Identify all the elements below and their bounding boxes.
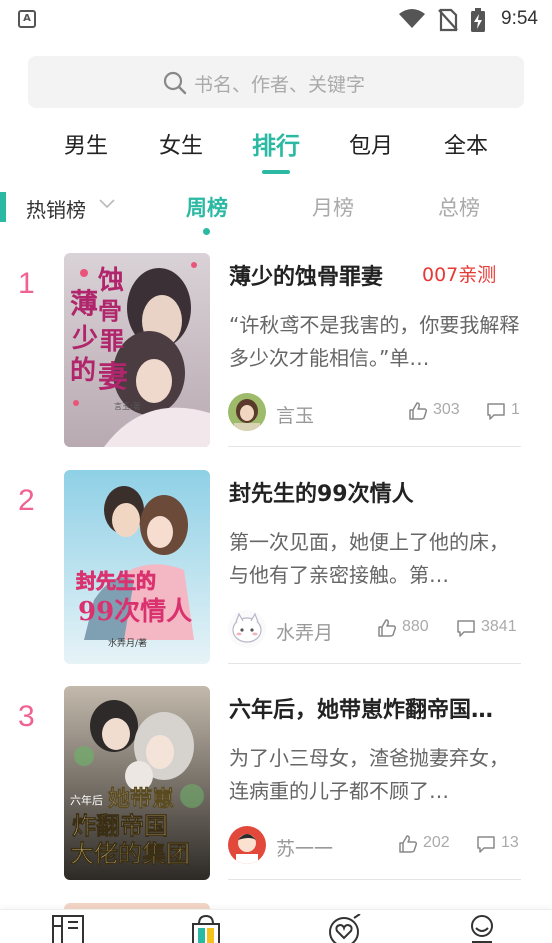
- author-avatar: [228, 393, 266, 431]
- svg-text:少: 少: [71, 324, 98, 354]
- ranking-type-dropdown[interactable]: 热销榜: [26, 194, 115, 223]
- rank-number: 3: [18, 700, 35, 733]
- wifi-icon: [399, 9, 425, 28]
- book-description: “许秋鸢不是我害的，你要我解释多少次才能相信。”单…: [229, 313, 520, 370]
- clock: 9:54: [501, 8, 538, 29]
- nav-discover[interactable]: [326, 913, 366, 943]
- battery-charging-icon: [471, 8, 485, 32]
- author-name: 苏一一: [276, 838, 334, 860]
- divider: [228, 663, 521, 664]
- nav-bookshelf[interactable]: [50, 914, 90, 943]
- thumbs-up-icon[interactable]: [408, 401, 428, 421]
- svg-text:的: 的: [70, 355, 96, 386]
- book-cover[interactable]: 六年后 她带崽 炸翻帝国 大佬的集团: [64, 686, 210, 880]
- author-name: 言玉: [276, 405, 315, 427]
- svg-text:言玉/著: 言玉/著: [114, 401, 141, 411]
- tab-ranking[interactable]: 排行: [252, 126, 300, 161]
- bottom-navigation: [0, 909, 552, 943]
- tab-monthly[interactable]: 月榜: [312, 192, 354, 222]
- comment-count: 1: [511, 401, 520, 418]
- svg-text:蚀: 蚀: [97, 266, 124, 296]
- svg-text:大佬的集团: 大佬的集团: [70, 839, 190, 868]
- status-bar: A 9:54: [0, 0, 552, 38]
- comment-icon[interactable]: [486, 401, 506, 421]
- book-title[interactable]: 六年后，她带崽炸翻帝国…: [229, 692, 525, 724]
- thumbs-up-icon[interactable]: [398, 834, 418, 854]
- active-tab-indicator: [262, 170, 290, 174]
- author-name: 水弄月: [276, 622, 334, 644]
- tab-complete[interactable]: 全本: [444, 128, 488, 160]
- svg-text:99次情人: 99次情人: [78, 597, 192, 627]
- app-notification-icon: A: [18, 10, 36, 28]
- like-count: 880: [402, 618, 429, 635]
- ranking-type-label: 热销榜: [26, 198, 86, 222]
- svg-text:妻: 妻: [98, 360, 128, 395]
- nav-bookstore[interactable]: [188, 914, 228, 943]
- svg-text:六年后: 六年后: [70, 793, 103, 807]
- svg-text:封先生的: 封先生的: [76, 569, 156, 593]
- search-placeholder: 书名、作者、关键字: [194, 74, 366, 96]
- tested-badge: 007亲测: [422, 264, 497, 286]
- like-count: 202: [423, 834, 450, 851]
- tab-weekly[interactable]: 周榜: [186, 192, 228, 222]
- divider: [228, 879, 521, 880]
- svg-text:罪: 罪: [100, 326, 124, 355]
- svg-text:炸翻帝国: 炸翻帝国: [72, 811, 168, 840]
- tab-all-time[interactable]: 总榜: [438, 192, 480, 222]
- search-bar[interactable]: 书名、作者、关键字: [28, 56, 524, 108]
- no-sim-icon: [438, 8, 458, 32]
- divider: [228, 446, 521, 447]
- svg-text:她带崽: 她带崽: [108, 786, 174, 812]
- section-accent-bar: [0, 192, 6, 222]
- chevron-down-icon: [99, 199, 115, 209]
- profile-icon: [471, 915, 493, 943]
- rank-number: 2: [18, 484, 35, 517]
- bookstore-icon: [192, 914, 220, 943]
- rank-number: 1: [18, 267, 35, 300]
- comment-icon[interactable]: [456, 618, 476, 638]
- svg-text:水弄月/著: 水弄月/著: [108, 637, 147, 649]
- book-cover[interactable]: 蚀 薄 骨 少 罪 的 妻 言玉/著: [64, 253, 210, 447]
- tab-monthly-subscription[interactable]: 包月: [349, 128, 393, 160]
- svg-text:薄: 薄: [70, 287, 98, 320]
- nav-profile[interactable]: [464, 914, 504, 943]
- bookshelf-icon: [52, 915, 84, 943]
- book-description: 第一次见面，她便上了他的床，与他有了亲密接触。第…: [229, 530, 509, 587]
- ranking-period-tabs: 热销榜 周榜 月榜 总榜: [0, 188, 552, 238]
- book-description: 为了小三母女，渣爸抛妻弃女，连病重的儿子都不顾了…: [229, 746, 509, 803]
- tab-male[interactable]: 男生: [64, 128, 108, 160]
- like-count: 303: [433, 401, 460, 418]
- author-avatar: [228, 610, 266, 648]
- book-cover[interactable]: 封先生的 99次情人 水弄月/著: [64, 470, 210, 664]
- search-icon: [163, 71, 187, 95]
- comment-count: 3841: [481, 618, 517, 635]
- active-subtab-dot: [203, 228, 210, 235]
- tab-female[interactable]: 女生: [159, 128, 203, 160]
- discover-icon: [329, 913, 361, 943]
- book-list-item[interactable]: 3 六年后 她带崽 炸翻帝国 大佬的集团 六年后，她带崽炸翻帝国… 为了小三母女…: [0, 686, 552, 902]
- comment-count: 13: [501, 834, 519, 851]
- comment-icon[interactable]: [476, 834, 496, 854]
- author-avatar: [228, 826, 266, 864]
- thumbs-up-icon[interactable]: [377, 618, 397, 638]
- book-list-item[interactable]: 2 封先生的 99次情人 水弄月/著 封先生的99次情人 第一次见面，她便上了他…: [0, 470, 552, 686]
- svg-text:骨: 骨: [98, 296, 122, 325]
- category-tabs: 男生 女生 排行 包月 全本: [0, 128, 552, 176]
- book-title[interactable]: 封先生的99次情人: [229, 476, 525, 508]
- book-list-item[interactable]: 1 蚀 薄 骨 少 罪 的 妻 言玉/著 薄少的蚀骨罪妻 007亲测 “许秋鸢不…: [0, 253, 552, 469]
